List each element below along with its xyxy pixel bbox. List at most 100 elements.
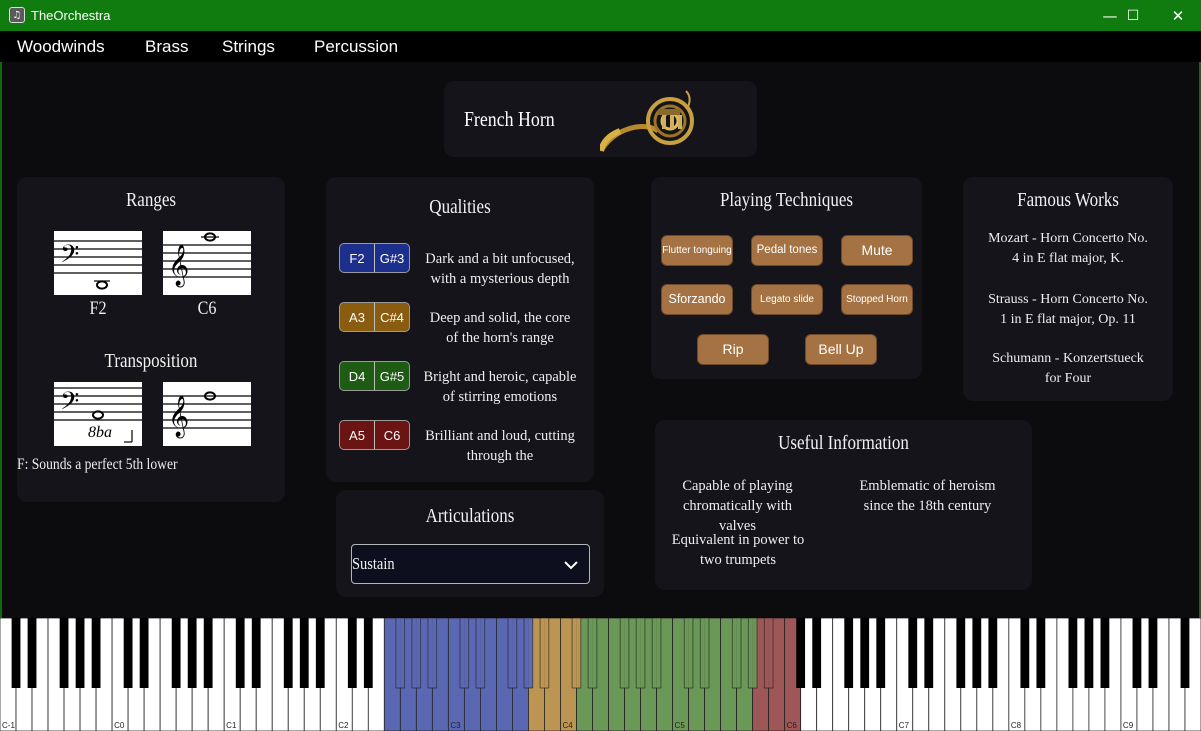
piano-black-key[interactable] [988, 618, 998, 688]
app-icon: ♫ [9, 7, 25, 23]
low-range-label: F2 [89, 298, 107, 319]
piano-black-key[interactable] [171, 618, 181, 688]
piano-black-key[interactable] [651, 617, 662, 689]
piano-black-key[interactable] [75, 618, 85, 688]
piano-black-key[interactable] [747, 617, 758, 689]
bell-up-button[interactable]: Bell Up [805, 334, 877, 365]
french-horn-image [600, 90, 694, 152]
quality-from: D4 [340, 362, 375, 390]
articulation-select[interactable]: Sustain [351, 544, 590, 584]
piano-black-key[interactable] [924, 618, 934, 688]
quality-range-pill[interactable]: A5 C6 [339, 420, 410, 450]
quality-range-pill[interactable]: A3 C#4 [339, 302, 410, 332]
octave-label: C7 [899, 721, 910, 730]
maximize-button[interactable]: ☐ [1110, 0, 1156, 31]
piano-black-key[interactable] [587, 617, 598, 689]
piano-black-key[interactable] [844, 618, 854, 688]
piano-black-key[interactable] [187, 618, 197, 688]
mute-button[interactable]: Mute [841, 235, 913, 266]
piano-black-key[interactable] [1180, 618, 1190, 688]
keyboard-svg[interactable]: C-1 C0 C1 C2 C3 C4 C5 C6 C7 C8 C9 [0, 617, 1201, 731]
quality-range-pill[interactable]: F2 G#3 [339, 243, 410, 273]
legato-slide-button[interactable]: Legato slide [751, 284, 823, 315]
piano-black-key[interactable] [1100, 618, 1110, 688]
piano-black-key[interactable] [635, 617, 646, 689]
piano-black-key[interactable] [812, 618, 822, 688]
quality-description: Bright and heroic, capable of stirring e… [423, 369, 577, 405]
piano-black-key[interactable] [475, 617, 486, 689]
ranges-panel: Ranges 𝄢 𝄞 F2 C6 Transposition 𝄢 8ba 𝄞 F… [17, 177, 285, 502]
piano-black-key[interactable] [539, 617, 550, 689]
menu-woodwinds[interactable]: Woodwinds [17, 37, 105, 57]
piano-black-key[interactable] [956, 618, 966, 688]
piano-black-key[interactable] [123, 618, 133, 688]
piano-black-key[interactable] [796, 618, 806, 688]
quality-range-pill[interactable]: D4 G#5 [339, 361, 410, 391]
piano-black-key[interactable] [427, 617, 438, 689]
piano-black-key[interactable] [876, 618, 886, 688]
piano-black-key[interactable] [1036, 618, 1046, 688]
piano-black-key[interactable] [347, 618, 357, 688]
piano-black-key[interactable] [1020, 618, 1030, 688]
octave-label: C3 [450, 721, 461, 730]
piano-black-key[interactable] [59, 618, 69, 688]
octave-label: C4 [562, 721, 573, 730]
menu-percussion[interactable]: Percussion [314, 37, 398, 57]
qualities-panel: Qualities F2 G#3 Dark and a bit unfocused… [326, 177, 594, 482]
piano-black-key[interactable] [251, 618, 261, 688]
transposition-note: F: Sounds a perfect 5th lower [17, 456, 178, 473]
piano-black-key[interactable] [683, 617, 694, 689]
low-range-staff: 𝄢 [54, 231, 142, 295]
piano-black-key[interactable] [203, 618, 213, 688]
piano-black-key[interactable] [1132, 618, 1142, 688]
famous-work-item: Schumann - Konzertstueck for Four [992, 351, 1144, 386]
piano-black-key[interactable] [1068, 618, 1078, 688]
piano-black-key[interactable] [283, 618, 293, 688]
quality-from: A5 [340, 421, 375, 449]
piano-black-key[interactable] [619, 617, 630, 689]
menu-brass[interactable]: Brass [145, 37, 188, 57]
sforzando-button[interactable]: Sforzando [661, 284, 733, 315]
famous-works-title: Famous Works [1017, 189, 1119, 211]
piano-black-key[interactable] [91, 618, 101, 688]
piano-black-key[interactable] [699, 617, 710, 689]
stopped-horn-button[interactable]: Stopped Horn [841, 284, 913, 315]
piano-black-key[interactable] [363, 618, 373, 688]
high-range-staff: 𝄞 [163, 231, 251, 295]
menu-strings[interactable]: Strings [222, 37, 275, 57]
piano-black-key[interactable] [11, 618, 21, 688]
octave-label: C0 [114, 721, 125, 730]
piano-black-key[interactable] [571, 617, 582, 689]
piano-black-key[interactable] [972, 618, 982, 688]
piano-black-key[interactable] [139, 618, 149, 688]
quality-description: Brilliant and loud, cutting through the [425, 428, 575, 464]
piano-black-key[interactable] [507, 617, 518, 689]
octave-label: C1 [226, 721, 237, 730]
window-title: TheOrchestra [31, 8, 111, 23]
piano-black-key[interactable] [411, 617, 422, 689]
piano-keyboard[interactable]: C-1 C0 C1 C2 C3 C4 C5 C6 C7 C8 C9 [0, 617, 1201, 731]
instrument-name: French Horn [464, 107, 555, 131]
quality-description: Dark and a bit unfocused, with a mysteri… [425, 251, 575, 287]
svg-text:𝄞: 𝄞 [168, 395, 189, 438]
rip-button[interactable]: Rip [697, 334, 769, 365]
svg-text:𝄞: 𝄞 [168, 244, 189, 287]
piano-black-key[interactable] [1084, 618, 1094, 688]
piano-black-key[interactable] [459, 617, 470, 689]
close-button[interactable]: ✕ [1155, 0, 1201, 31]
piano-black-key[interactable] [395, 617, 406, 689]
piano-black-key[interactable] [299, 618, 309, 688]
piano-black-key[interactable] [27, 618, 37, 688]
useful-info-item: Emblematic of heroism since the 18th cen… [859, 478, 996, 514]
piano-black-key[interactable] [315, 618, 325, 688]
famous-work-item: Mozart - Horn Concerto No. 4 in E flat m… [988, 231, 1148, 266]
piano-black-key[interactable] [523, 617, 534, 689]
flutter-tonguing-button[interactable]: Flutter tonguing [661, 235, 733, 266]
piano-black-key[interactable] [731, 617, 742, 689]
piano-black-key[interactable] [860, 618, 870, 688]
pedal-tones-button[interactable]: Pedal tones [751, 235, 823, 266]
piano-black-key[interactable] [235, 618, 245, 688]
piano-black-key[interactable] [763, 617, 774, 689]
piano-black-key[interactable] [908, 618, 918, 688]
piano-black-key[interactable] [1148, 618, 1158, 688]
